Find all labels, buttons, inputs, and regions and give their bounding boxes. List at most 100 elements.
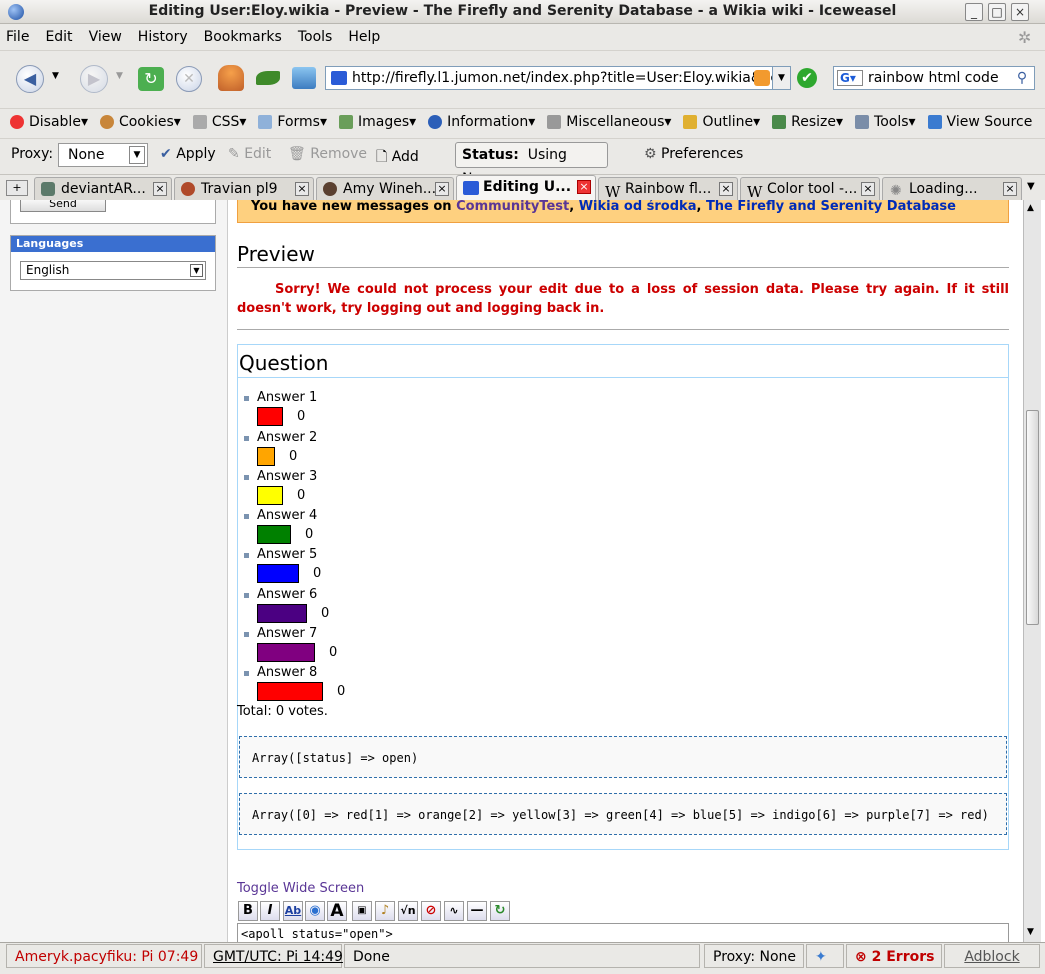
forward-dropdown-icon[interactable]: ▼ [116,71,123,81]
tab-editing-user[interactable]: Editing U... × [456,175,596,201]
apply-button[interactable]: ✔ Apply [160,146,216,162]
go-icon[interactable]: ✔ [797,68,817,88]
divider [237,329,1009,330]
nowiki-icon[interactable]: ⊘ [421,901,441,921]
wikia-favicon-icon [463,181,479,195]
search-magnifier-icon[interactable]: ⚲ [1012,69,1032,87]
url-dropdown-icon[interactable]: ▼ [772,66,791,90]
proxy-status: Status: Using None [455,142,608,187]
headline-icon[interactable]: A [327,901,347,921]
edit-button[interactable]: ✎ Edit [228,146,271,162]
tab-close-icon[interactable]: × [153,182,167,196]
search-field[interactable]: G▾ rainbow html code ⚲ [833,66,1035,90]
wd-images[interactable]: Images ▾ [339,114,416,130]
tab-amy-winehouse[interactable]: Amy Wineh... × [316,177,454,201]
embedded-file-icon[interactable]: ▣ [352,901,372,921]
forward-icon[interactable]: ▶ [80,65,108,93]
tab-loading[interactable]: ✺ Loading... × [882,177,1022,201]
tab-close-icon[interactable]: × [1003,182,1017,196]
adblock-button[interactable]: Adblock [944,944,1040,968]
external-link-icon[interactable]: ◉ [305,901,325,921]
url-bar[interactable]: http://firefly.l1.jumon.net/index.php?ti… [325,66,791,90]
add-button[interactable]: 🗋 Add [376,146,419,170]
tab-rainbow-flag[interactable]: W Rainbow fl... × [598,177,738,201]
home-icon[interactable] [218,65,244,91]
errors-indicator[interactable]: ⊗ 2 Errors [846,944,942,968]
menu-history[interactable]: History [138,29,188,45]
language-select[interactable]: English ▼ [20,261,206,280]
menu-tools[interactable]: Tools [298,29,333,45]
toggle-wide-screen-link[interactable]: Toggle Wide Screen [237,881,364,896]
timezone-clock-1[interactable]: Ameryk.pacyfiku: Pi 07:49 [6,944,202,968]
wd-miscellaneous[interactable]: Miscellaneous ▾ [547,114,671,130]
new-tab-icon[interactable]: + [6,180,28,196]
rss-feed-icon[interactable] [754,70,770,86]
link-firefly-database[interactable]: The Firefly and Serenity Database [706,200,956,214]
tab-close-icon[interactable]: × [719,182,733,196]
scroll-down-icon[interactable]: ▼ [1027,927,1034,937]
menu-help[interactable]: Help [348,29,380,45]
back-dropdown-icon[interactable]: ▼ [52,71,59,81]
link-wikia-od-srodka[interactable]: Wikia od środka [579,200,697,214]
tab-close-icon[interactable]: × [861,182,875,196]
tab-close-icon[interactable]: × [577,180,591,194]
wd-information[interactable]: Information ▾ [428,114,535,130]
leaf-icon[interactable] [256,71,280,85]
proxy-select[interactable]: None ▼ [58,143,148,167]
image-toolbar-icon[interactable] [292,67,316,89]
answer-bar [257,604,307,623]
bullet-icon [244,436,249,441]
send-button[interactable]: Send [20,200,106,212]
signature-icon[interactable]: ∿ [444,901,464,921]
media-link-icon[interactable]: ♪ [375,901,395,921]
wd-resize[interactable]: Resize ▾ [772,114,843,130]
scrollbar-thumb[interactable] [1026,410,1039,625]
status-proxy[interactable]: Proxy: None [704,944,804,968]
divider [237,377,1009,378]
google-engine-icon[interactable]: G▾ [837,70,863,86]
answer-bar [257,525,291,544]
horizontal-line-icon[interactable]: — [467,901,487,921]
stop-icon[interactable]: ✕ [176,66,202,92]
tab-deviantart[interactable]: deviantAR... × [34,177,172,201]
menu-edit[interactable]: Edit [45,29,72,45]
vertical-scrollbar[interactable]: ▲ ▼ [1023,200,1041,942]
close-icon[interactable]: × [1011,3,1029,21]
tab-list-icon[interactable]: ▼ [1027,181,1035,192]
italic-icon[interactable]: I [260,901,280,921]
wd-outline[interactable]: Outline ▾ [683,114,760,130]
answer-count: 0 [305,527,314,542]
redirect-icon[interactable]: ↻ [490,901,510,921]
wd-css[interactable]: CSS ▾ [192,114,246,130]
menu-view[interactable]: View [89,29,122,45]
scroll-up-icon[interactable]: ▲ [1027,203,1034,213]
minimize-icon[interactable]: _ [965,3,983,21]
poll-total: Total: 0 votes. [237,704,328,719]
tab-color-tool[interactable]: W Color tool -... × [740,177,880,201]
wd-forms[interactable]: Forms ▾ [258,114,327,130]
tab-close-icon[interactable]: × [295,182,309,196]
tab-bar: + deviantAR... × Travian pl9 × Amy Wineh..… [0,174,1045,201]
wd-view-source[interactable]: View Source [927,114,1032,130]
maximize-icon[interactable]: □ [988,3,1006,21]
wd-disable[interactable]: Disable ▾ [10,114,88,130]
back-icon[interactable]: ◀ [16,65,44,93]
wd-tools[interactable]: Tools ▾ [855,114,916,130]
network-icon[interactable]: ✦ [806,944,844,968]
tab-close-icon[interactable]: × [435,182,449,196]
reload-icon[interactable]: ↻ [138,67,164,91]
tab-travian[interactable]: Travian pl9 × [174,177,314,201]
menu-file[interactable]: File [6,29,29,45]
answer-bar [257,564,299,583]
timezone-clock-2[interactable]: GMT/UTC: Pi 14:49 [204,944,343,968]
preferences-button[interactable]: ⚙ Preferences [644,146,743,162]
menu-bookmarks[interactable]: Bookmarks [204,29,282,45]
remove-button[interactable]: 🗑 Remove [288,146,367,162]
link-communitytest[interactable]: CommunityTest [456,200,569,214]
math-formula-icon[interactable]: √n [398,901,418,921]
wd-cookies[interactable]: Cookies ▾ [99,114,181,130]
internal-link-icon[interactable]: Ab [283,901,303,921]
edit-textarea[interactable]: <apoll status="open"> [237,923,1009,942]
bold-icon[interactable]: B [238,901,258,921]
tools-icon [855,115,870,129]
